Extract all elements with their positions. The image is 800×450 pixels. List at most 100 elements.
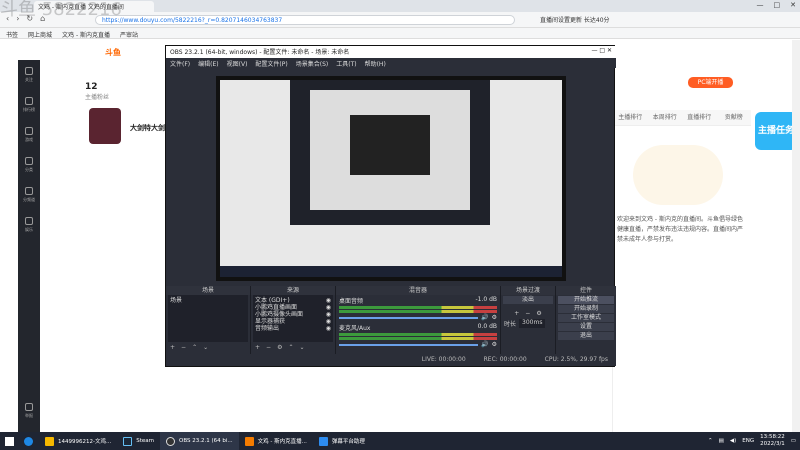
sidebar-item-channel[interactable]: 分频道 [18,180,40,210]
task-badge[interactable]: 主播任务 [755,112,797,150]
volume-slider[interactable] [339,343,479,346]
eye-icon[interactable]: ◉ [326,325,331,332]
bookmark-item[interactable]: 书签 [6,30,18,39]
source-item[interactable]: 文本 (GDI+) ◉ [255,297,331,304]
exit-button[interactable]: 退出 [558,332,614,340]
taskbar-item[interactable]: Steam [117,432,160,450]
remove-icon[interactable]: − [525,310,530,317]
app-icon [45,436,54,446]
duration-input[interactable]: 300ms [519,319,546,328]
add-icon[interactable]: + [170,344,175,351]
obs-menu-bar: 文件(F) 编辑(E) 视图(V) 配置文件(P) 场景集合(S) 工具(T) … [166,58,616,68]
down-icon[interactable]: ⌄ [299,344,304,351]
sources-toolbar: + − ⚙ ⌃ ⌄ [251,342,335,352]
obs-title-bar: OBS 23.2.1 (64-bit, windows) - 配置文件: 未命名… [166,46,616,58]
steam-icon [123,436,133,446]
tab-week-rank[interactable]: 本周排行 [648,110,683,125]
transition-select[interactable]: 淡出 [503,296,553,304]
pc-stream-button[interactable]: PC端开播 [688,77,733,88]
tab-streamer-rank[interactable]: 主播排行 [613,110,648,125]
volume-slider[interactable] [339,316,479,319]
heart-icon [25,67,33,75]
scene-item[interactable]: 场景 [170,297,246,304]
volume-icon[interactable]: ◀) [730,438,736,444]
remove-icon[interactable]: − [266,344,271,351]
source-item[interactable]: 音频输出 ◉ [255,325,331,332]
obs-window-controls[interactable]: — □ ✕ [591,47,612,57]
obs-status-bar: LIVE: 00:00:00 REC: 00:00:00 CPU: 2.5%, … [166,354,616,366]
speaker-icon[interactable]: 🔊 [481,314,488,321]
menu-file[interactable]: 文件(F) [170,59,190,68]
eye-icon[interactable]: ◉ [326,297,331,304]
obs-preview[interactable] [216,76,566,281]
up-icon[interactable]: ⌃ [192,344,197,351]
taskbar-item[interactable]: 1449996212-文鸡... [39,432,117,450]
sidebar-item-follow[interactable]: 关注 [18,60,40,90]
taskbar-item[interactable]: OBS 23.2.1 (64 bi... [160,432,239,450]
notification-icon[interactable]: ▭ [791,438,796,444]
source-item[interactable]: 小鹏鸡直播画面 ◉ [255,304,331,311]
rank-tabs: 主播排行 本周排行 直播排行 贡献榜 [613,110,751,126]
language-indicator[interactable]: ENG [742,438,754,444]
maximize-button[interactable]: □ [774,1,781,9]
volume-meter [339,310,497,313]
source-item[interactable]: 显示器捕获 ◉ [255,318,331,325]
sidebar-item-entertainment[interactable]: 娱乐 [18,210,40,240]
add-icon[interactable]: + [514,310,519,317]
site-logo[interactable]: 斗鱼 [105,47,121,58]
start-streaming-button[interactable]: 开始推流 [558,296,614,304]
url-input[interactable]: https://www.douyu.com/5822216?_r=0.82071… [95,15,515,25]
grid-icon [25,157,33,165]
page-scrollbar[interactable] [792,40,800,432]
start-recording-button[interactable]: 开始录制 [558,305,614,313]
up-icon[interactable]: ⌃ [288,344,293,351]
close-button[interactable]: ✕ [790,1,796,9]
source-item[interactable]: 小鹏鸡摄像头画面 ◉ [255,311,331,318]
streamer-avatar[interactable] [89,108,121,144]
menu-edit[interactable]: 编辑(E) [198,59,218,68]
menu-profile[interactable]: 配置文件(P) [255,59,287,68]
eye-icon[interactable]: ◉ [326,318,331,325]
gear-icon[interactable]: ⚙ [536,310,541,317]
down-icon[interactable]: ⌄ [203,344,208,351]
sidebar-item-category[interactable]: 分类 [18,150,40,180]
taskbar-item[interactable]: 弹幕平台助理 [313,432,371,450]
settings-button[interactable]: 设置 [558,323,614,331]
gear-icon[interactable]: ⚙ [492,341,497,348]
tab-contribution[interactable]: 贡献榜 [717,110,752,125]
speaker-icon[interactable]: 🔊 [481,341,488,348]
add-icon[interactable]: + [255,344,260,351]
bookmarks-bar: 书签 网上商城 文鸡 - 斯内克直播 严审站 [0,28,800,39]
gear-icon[interactable]: ⚙ [277,344,282,351]
edge-icon [24,436,33,446]
eye-icon[interactable]: ◉ [326,304,331,311]
sidebar-item-games[interactable]: 游戏 [18,120,40,150]
tab-live-rank[interactable]: 直播排行 [682,110,717,125]
remove-icon[interactable]: − [181,344,186,351]
sidebar-item-rank[interactable]: 排行榜 [18,90,40,120]
menu-help[interactable]: 帮助(H) [365,59,386,68]
obs-docks: 场景 场景 + − ⌃ ⌄ 来源 文本 (GDI+) ◉ 小鹏鸡直播画面 ◉ 小鹏鸡… [166,286,616,354]
studio-mode-button[interactable]: 工作室模式 [558,314,614,322]
taskbar-icon-edge[interactable] [18,432,39,450]
controls-dock: 控件 开始推流 开始录制 工作室模式 设置 退出 [556,286,616,354]
bookmark-item[interactable]: 严审站 [120,30,138,39]
menu-view[interactable]: 视图(V) [227,59,248,68]
taskbar-item[interactable]: 文鸡 - 斯内克直播... [239,432,313,450]
clock-date: 2022/3/1 [760,441,785,447]
gear-icon[interactable]: ⚙ [492,314,497,321]
tray-chevron-icon[interactable]: ⌃ [708,438,713,444]
sidebar-item-report[interactable]: 举报 [18,396,40,426]
bookmark-item[interactable]: 文鸡 - 斯内克直播 [62,30,110,39]
menu-tools[interactable]: 工具(T) [336,59,356,68]
start-button[interactable] [0,432,18,450]
clock[interactable]: 13:58:22 2022/3/1 [760,434,785,448]
transitions-header: 场景过渡 [501,286,555,295]
minimize-button[interactable]: — [757,1,764,9]
eye-icon[interactable]: ◉ [326,311,331,318]
menu-scene-collection[interactable]: 场景集合(S) [296,59,329,68]
network-icon[interactable]: ▤ [719,438,724,444]
track-name: 桌面音频 [339,298,364,305]
bookmark-item[interactable]: 网上商城 [28,30,52,39]
windows-icon [4,436,14,446]
